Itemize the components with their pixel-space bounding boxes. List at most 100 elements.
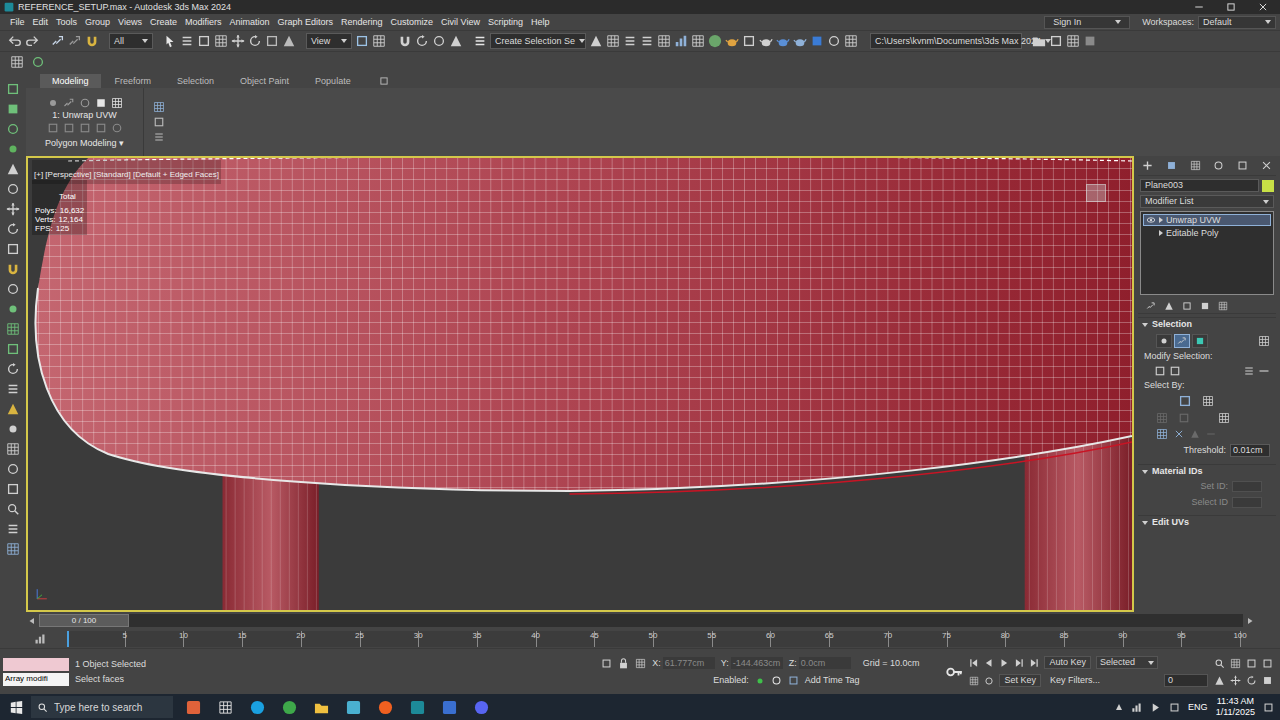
scene-tool-22-icon[interactable] xyxy=(6,502,20,516)
search-input[interactable] xyxy=(54,700,167,715)
pan-icon[interactable] xyxy=(1230,675,1241,686)
taskbar-app[interactable] xyxy=(181,695,205,719)
show-end-result-icon[interactable] xyxy=(1164,301,1174,311)
menu-item[interactable]: Edit xyxy=(29,18,53,27)
field-of-view-icon[interactable] xyxy=(1214,675,1225,686)
scene-tool-9-icon[interactable] xyxy=(6,242,20,256)
auto-key-button[interactable]: Auto Key xyxy=(1044,656,1091,669)
redo-icon[interactable] xyxy=(25,34,39,48)
loop-icon[interactable] xyxy=(1258,365,1270,377)
scene-tool-1-icon[interactable] xyxy=(6,82,20,96)
menu-item[interactable]: Tools xyxy=(52,18,81,27)
scene-tool-14-icon[interactable] xyxy=(6,342,20,356)
viewport-label[interactable]: [+] [Perspective] [Standard] [Default + … xyxy=(34,170,219,179)
ribbon-sub-5-icon[interactable] xyxy=(111,97,123,109)
taskbar-app[interactable] xyxy=(469,695,493,719)
menu-item[interactable]: Create xyxy=(146,18,181,27)
close-icon[interactable] xyxy=(1258,2,1268,12)
rollout-toggle-icon[interactable] xyxy=(1142,323,1148,327)
rectangle-selection-icon[interactable] xyxy=(197,34,211,48)
scene-explorer-icon[interactable] xyxy=(640,34,654,48)
scene-tool-20-icon[interactable] xyxy=(6,462,20,476)
grow-selection-icon[interactable] xyxy=(1154,365,1166,377)
check-icon[interactable] xyxy=(31,55,45,69)
set-keys-icon[interactable] xyxy=(945,663,963,681)
taskbar-app[interactable] xyxy=(213,695,237,719)
scene-tool-5-icon[interactable] xyxy=(6,162,20,176)
key-filters-button[interactable]: Key Filters... xyxy=(1046,674,1104,687)
render-online-icon[interactable] xyxy=(776,34,790,48)
ribbon-mode-5-icon[interactable] xyxy=(111,122,123,134)
threshold-field[interactable]: 0.01cm xyxy=(1230,444,1270,457)
coordinate-field[interactable]: X:61.777cm xyxy=(652,657,715,669)
scene-tool-10-icon[interactable] xyxy=(6,262,20,276)
taskbar-clock[interactable]: 11:43 AM1/11/2025 xyxy=(1216,697,1255,717)
mirror-icon[interactable] xyxy=(589,34,603,48)
material-id-field[interactable]: Select ID xyxy=(1144,497,1270,508)
project-folder[interactable]: C:\Users\kvnm\Documents\3ds Max 2024 xyxy=(870,33,1022,49)
zoom-extents-all-icon[interactable] xyxy=(1262,658,1273,669)
ribbon-sub-3-icon[interactable] xyxy=(79,97,91,109)
select-place-icon[interactable] xyxy=(282,34,296,48)
scene-tool-8-icon[interactable] xyxy=(6,222,20,236)
schematic-view-icon[interactable] xyxy=(691,34,705,48)
tray-chevron-icon[interactable] xyxy=(1115,703,1123,711)
modify-tab-icon[interactable] xyxy=(1166,160,1177,171)
render-teapot-icon[interactable] xyxy=(793,34,807,48)
spinner-snap-icon[interactable] xyxy=(449,34,463,48)
axis-y-icon[interactable] xyxy=(1190,429,1200,439)
menu-item[interactable]: Group xyxy=(81,18,114,27)
taskbar-app[interactable] xyxy=(437,695,461,719)
scene-tool-2-icon[interactable] xyxy=(6,102,20,116)
pivot-center-icon[interactable] xyxy=(355,34,369,48)
panel-title[interactable]: Polygon Modeling ▾ xyxy=(45,139,124,148)
time-tag-icon[interactable] xyxy=(788,675,799,686)
ribbon-mode-3-icon[interactable] xyxy=(79,122,91,134)
scene-tool-7-icon[interactable] xyxy=(6,202,20,216)
time-slider-thumb[interactable]: 0 / 100 xyxy=(39,614,129,627)
zoom-all-icon[interactable] xyxy=(1230,658,1241,669)
axis-z-icon[interactable] xyxy=(1206,429,1216,439)
maximize-icon[interactable] xyxy=(1226,2,1236,12)
scene-tool-13-icon[interactable] xyxy=(6,322,20,336)
scene-tool-4-icon[interactable] xyxy=(6,142,20,156)
select-flipped-icon[interactable] xyxy=(1156,412,1168,424)
select-move-icon[interactable] xyxy=(231,34,245,48)
add-time-tag[interactable]: Add Time Tag xyxy=(805,676,860,685)
absolute-mode-icon[interactable] xyxy=(635,658,646,669)
edit-named-selection-icon[interactable] xyxy=(473,34,487,48)
menu-item[interactable]: Views xyxy=(114,18,146,27)
volume-icon[interactable] xyxy=(1150,702,1161,713)
zoom-extents-icon[interactable] xyxy=(1246,658,1257,669)
viewcube[interactable] xyxy=(1086,184,1106,202)
taskbar-app[interactable] xyxy=(277,695,301,719)
element-mode-icon[interactable] xyxy=(1258,335,1270,347)
hierarchy-tab-icon[interactable] xyxy=(1190,160,1201,171)
menu-item[interactable]: Civil View xyxy=(437,18,484,27)
selection-lock-icon[interactable] xyxy=(618,658,629,669)
open-icon[interactable] xyxy=(1032,34,1046,48)
motion-tab-icon[interactable] xyxy=(1213,160,1224,171)
curve-editor-icon[interactable] xyxy=(674,34,688,48)
taskbar-app[interactable] xyxy=(373,695,397,719)
rendered-frame-icon[interactable] xyxy=(742,34,756,48)
time-config-icon[interactable] xyxy=(969,676,979,686)
taskbar-app[interactable] xyxy=(309,695,333,719)
coordinate-field[interactable]: Y:-144.463cm xyxy=(721,657,783,669)
key-mode-icon[interactable] xyxy=(984,676,994,686)
go-to-end-icon[interactable] xyxy=(1029,658,1039,668)
keyboard-shortcut-icon[interactable] xyxy=(372,34,386,48)
utilities-tab-icon[interactable] xyxy=(1261,160,1272,171)
menu-item[interactable]: Modifiers xyxy=(181,18,226,27)
settings-icon[interactable] xyxy=(1083,34,1097,48)
ribbon-sub-4-icon[interactable] xyxy=(95,97,107,109)
expand-arrow-icon[interactable] xyxy=(1159,217,1163,223)
create-tab-icon[interactable] xyxy=(1142,160,1153,171)
select-rotate-icon[interactable] xyxy=(248,34,262,48)
select-object-icon[interactable] xyxy=(163,34,177,48)
menu-item[interactable]: Help xyxy=(527,18,554,27)
previous-frame-icon[interactable] xyxy=(28,617,36,625)
viewport-settings-icon[interactable] xyxy=(844,34,858,48)
selection-filter[interactable]: All xyxy=(109,33,153,49)
input-language[interactable]: ENG xyxy=(1188,703,1208,712)
